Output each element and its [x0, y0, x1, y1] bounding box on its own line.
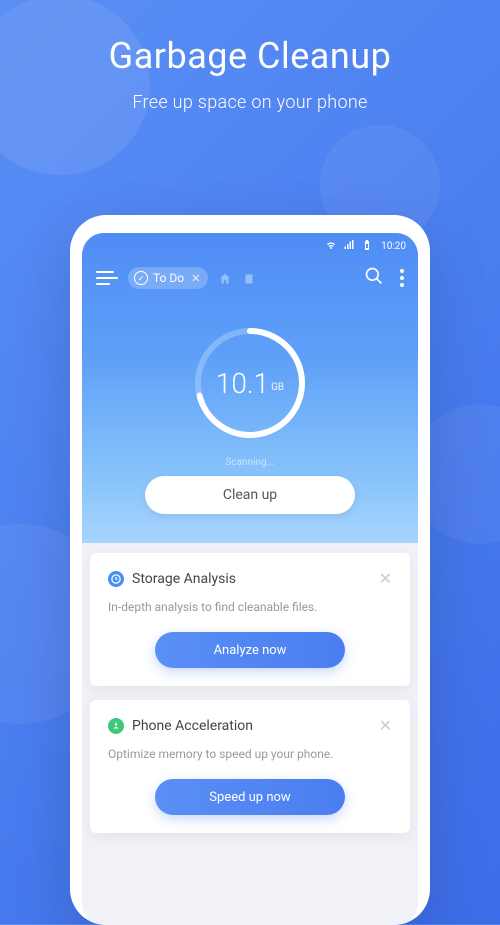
battery-icon	[361, 239, 373, 254]
app-header: 10:20 ✓ To Do ✕	[82, 233, 418, 543]
gauge-value: 10.1	[216, 367, 269, 400]
search-icon[interactable]	[364, 266, 384, 290]
storage-analysis-card: Storage Analysis ✕ In-depth analysis to …	[90, 553, 410, 686]
storage-gauge: 10.1 GB	[190, 323, 310, 443]
phone-mockup: 10:20 ✓ To Do ✕	[70, 215, 430, 925]
analyze-button[interactable]: Analyze now	[155, 632, 345, 668]
card-title: Storage Analysis	[132, 571, 371, 587]
clock-icon	[108, 571, 124, 587]
gauge-unit: GB	[271, 382, 284, 393]
home-icon[interactable]	[218, 271, 232, 285]
chip-label: To Do	[153, 271, 184, 285]
tab-icons	[218, 271, 256, 285]
card-description: Optimize memory to speed up your phone.	[108, 747, 392, 761]
check-icon: ✓	[134, 271, 148, 285]
scan-status: Scanning...	[82, 457, 418, 468]
nav-bar: ✓ To Do ✕	[82, 258, 418, 298]
chip-close-icon[interactable]: ✕	[191, 272, 200, 285]
menu-icon[interactable]	[96, 271, 118, 285]
card-title: Phone Acceleration	[132, 718, 371, 734]
todo-chip[interactable]: ✓ To Do ✕	[128, 267, 208, 289]
cleanup-button[interactable]: Clean up	[145, 476, 355, 514]
signal-icon	[343, 239, 355, 254]
page-icon[interactable]	[242, 271, 256, 285]
card-description: In-depth analysis to find cleanable file…	[108, 600, 392, 614]
more-icon[interactable]	[400, 269, 404, 287]
wifi-icon	[325, 239, 337, 254]
close-icon[interactable]: ✕	[379, 569, 392, 588]
status-bar: 10:20	[82, 233, 418, 258]
status-time: 10:20	[381, 241, 406, 252]
rocket-icon	[108, 718, 124, 734]
phone-acceleration-card: Phone Acceleration ✕ Optimize memory to …	[90, 700, 410, 833]
close-icon[interactable]: ✕	[379, 716, 392, 735]
speedup-button[interactable]: Speed up now	[155, 779, 345, 815]
